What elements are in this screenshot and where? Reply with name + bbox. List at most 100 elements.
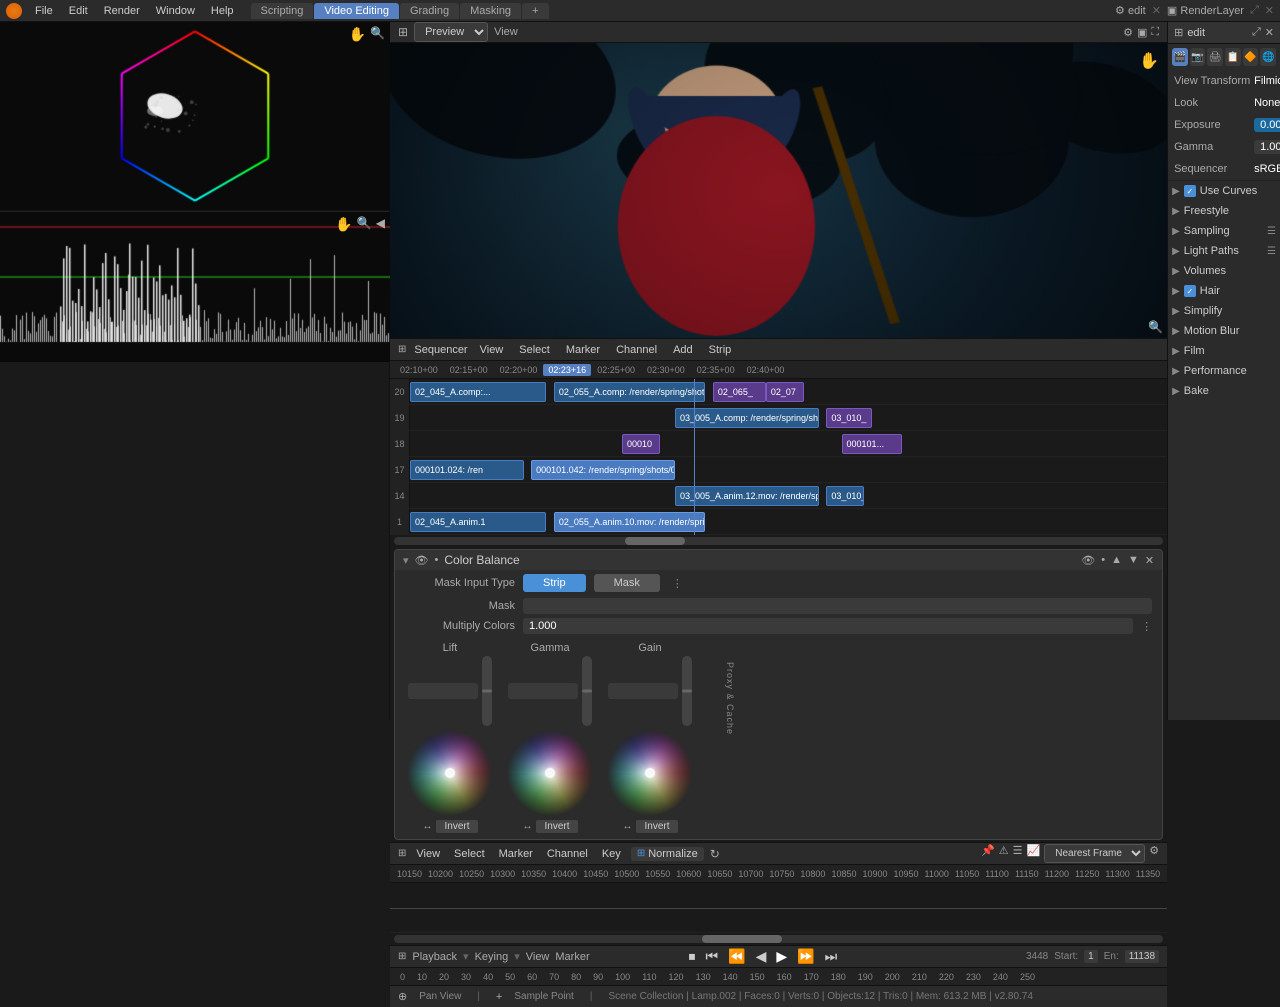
clip-03010[interactable]: 03_010_: [826, 408, 871, 428]
use-curves-header[interactable]: ▶ Use Curves: [1168, 181, 1280, 201]
hair-cb[interactable]: [1184, 285, 1196, 297]
gamma-slider[interactable]: [582, 656, 592, 726]
lift-wheel-canvas[interactable]: [405, 728, 495, 818]
clip-02045[interactable]: 02_045_A.comp:...: [410, 382, 546, 402]
lift-value-box[interactable]: [408, 683, 478, 699]
gamma-invert-arrow[interactable]: ↔: [522, 821, 532, 832]
next-keyframe-btn[interactable]: ⏭: [822, 948, 841, 965]
clip-000101-042[interactable]: 000101.042: /render/spring/shots/02-: [531, 460, 675, 480]
clip-000101[interactable]: 000101...: [842, 434, 903, 454]
menu-file[interactable]: File: [28, 3, 60, 19]
view-layer-icon[interactable]: 📋: [1225, 48, 1241, 66]
tl-settings-icon[interactable]: ⚙: [1149, 844, 1159, 863]
lift-invert-arrow[interactable]: ↔: [422, 821, 432, 832]
cb-collapse-icon[interactable]: ▾: [403, 554, 409, 567]
clip-02045-anim[interactable]: 02_045_A.anim.1: [410, 512, 546, 532]
scene-icon[interactable]: 🎬: [1172, 48, 1188, 66]
clip-03010-a[interactable]: 03_010_A: [826, 486, 864, 506]
mask-value-field[interactable]: [523, 598, 1152, 614]
tl-menu-view[interactable]: View: [412, 848, 444, 860]
tl-menu-channel[interactable]: Channel: [543, 848, 592, 860]
play-btn[interactable]: ▶: [773, 948, 790, 965]
light-paths-header[interactable]: ▶ Light Paths ☰: [1168, 241, 1280, 261]
tl-refresh-icon[interactable]: ↻: [710, 847, 720, 861]
wave-expand-icon[interactable]: ◀: [376, 216, 385, 233]
prev-keyframe-btn[interactable]: ⏮: [703, 948, 722, 965]
preview-render-icon[interactable]: ▣: [1137, 26, 1147, 39]
gain-slider[interactable]: [682, 656, 692, 726]
cb-down-icon[interactable]: ▼: [1128, 554, 1139, 566]
seq-menu-marker[interactable]: Marker: [562, 344, 604, 356]
next-frame-btn[interactable]: ⏩: [794, 948, 817, 965]
ws-masking[interactable]: Masking: [460, 3, 521, 19]
output-icon[interactable]: 🖨: [1207, 48, 1223, 66]
bake-header[interactable]: ▶ Bake: [1168, 381, 1280, 401]
clip-03005-anim[interactable]: 03_005_A.anim.12.mov: /render/spring/s: [675, 486, 819, 506]
clip-02065[interactable]: 02_065_: [713, 382, 766, 402]
ws-grading[interactable]: Grading: [400, 3, 459, 19]
ws-video-editing[interactable]: Video Editing: [314, 3, 399, 19]
tl-filter-icon[interactable]: ☰: [1013, 844, 1023, 863]
hand-icon[interactable]: ✋: [349, 26, 366, 43]
tl-warn-icon[interactable]: ⚠: [999, 844, 1009, 863]
preview-settings-icon[interactable]: ⚙: [1123, 26, 1133, 39]
clip-00010[interactable]: 00010: [622, 434, 660, 454]
cb-settings-icon[interactable]: ⋮: [672, 577, 683, 590]
volumes-header[interactable]: ▶ Volumes: [1168, 261, 1280, 281]
clip-03005[interactable]: 03_005_A.comp: /render/spring/shots/03: [675, 408, 819, 428]
lift-invert-btn[interactable]: Invert: [436, 820, 477, 833]
ws-add[interactable]: +: [522, 3, 548, 19]
seq-scrollbar[interactable]: [394, 537, 1163, 545]
ws-scripting[interactable]: Scripting: [251, 3, 314, 19]
motion-blur-header[interactable]: ▶ Motion Blur: [1168, 321, 1280, 341]
freestyle-header[interactable]: ▶ Freestyle: [1168, 201, 1280, 221]
prev-frame-btn[interactable]: ⏪: [725, 948, 748, 965]
use-curves-checkbox[interactable]: [1184, 185, 1196, 197]
tl-scrollbar-thumb[interactable]: [702, 935, 782, 943]
seq-menu-view[interactable]: View: [476, 344, 508, 356]
film-header[interactable]: ▶ Film: [1168, 341, 1280, 361]
menu-window[interactable]: Window: [149, 3, 202, 19]
lift-slider[interactable]: [482, 656, 492, 726]
clip-000101-024[interactable]: 000101.024: /ren: [410, 460, 524, 480]
seq-menu-select[interactable]: Select: [515, 344, 554, 356]
performance-header[interactable]: ▶ Performance: [1168, 361, 1280, 381]
gain-value-box[interactable]: [608, 683, 678, 699]
cb-bullet[interactable]: •: [1101, 554, 1105, 566]
gain-invert-btn[interactable]: Invert: [636, 820, 677, 833]
mask-type-btn[interactable]: Mask: [594, 574, 660, 592]
stop-btn[interactable]: ⏹: [686, 948, 699, 965]
gamma-invert-btn[interactable]: Invert: [536, 820, 577, 833]
hair-checkbox[interactable]: [1184, 285, 1196, 297]
right-expand-icon[interactable]: ⤢: [1252, 26, 1261, 39]
cb-up-icon[interactable]: ▲: [1111, 554, 1122, 566]
wave-zoom-icon[interactable]: 🔍: [357, 216, 372, 233]
tl-graph-icon[interactable]: 📈: [1027, 844, 1041, 863]
cb-eye-right[interactable]: 👁: [1081, 554, 1095, 567]
seq-menu-add[interactable]: Add: [669, 344, 697, 356]
gain-wheel-canvas[interactable]: [605, 728, 695, 818]
world-icon[interactable]: 🌐: [1260, 48, 1276, 66]
cb-close-icon[interactable]: ✕: [1145, 554, 1154, 567]
marker-btn[interactable]: Marker: [555, 951, 589, 963]
clip-0207[interactable]: 02_07: [766, 382, 804, 402]
playback-mode-btn[interactable]: Playback: [412, 951, 457, 963]
simplify-header[interactable]: ▶ Simplify: [1168, 301, 1280, 321]
exposure-value[interactable]: 0.000: [1254, 118, 1280, 132]
menu-edit[interactable]: Edit: [62, 3, 95, 19]
normalize-toggle[interactable]: ⊞ Normalize: [631, 847, 704, 861]
multiply-settings[interactable]: ⋮: [1141, 620, 1152, 633]
seq-scrollbar-thumb[interactable]: [625, 537, 685, 545]
gamma-value-box[interactable]: [508, 683, 578, 699]
interpolation-select[interactable]: Nearest Frame: [1044, 844, 1145, 863]
clip-02055[interactable]: 02_055_A.comp: /render/spring/shots/: [554, 382, 705, 402]
tl-menu-marker[interactable]: Marker: [495, 848, 537, 860]
sampling-header[interactable]: ▶ Sampling ☰: [1168, 221, 1280, 241]
hair-header[interactable]: ▶ Hair: [1168, 281, 1280, 301]
gain-invert-arrow[interactable]: ↔: [622, 821, 632, 832]
tl-scrollbar[interactable]: [394, 935, 1163, 943]
compositor-icon[interactable]: 🔶: [1243, 48, 1259, 66]
render-icon[interactable]: 📷: [1190, 48, 1206, 66]
tl-menu-key[interactable]: Key: [598, 848, 625, 860]
tl-pin-icon[interactable]: 📌: [981, 844, 995, 863]
